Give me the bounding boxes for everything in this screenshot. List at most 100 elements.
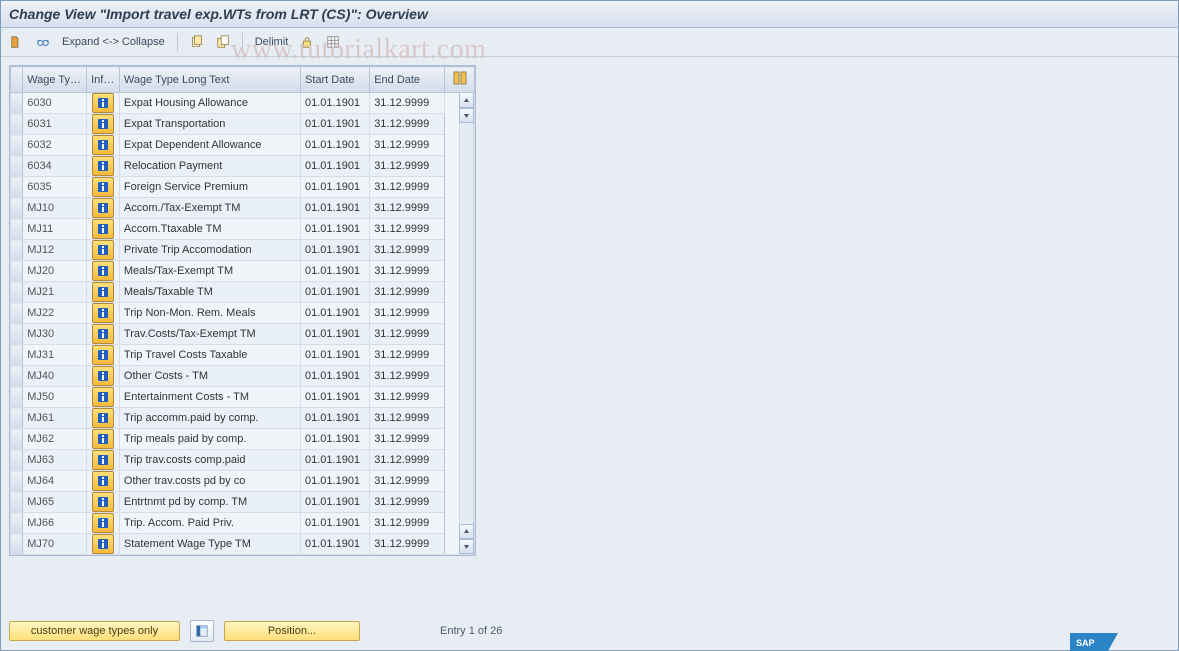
cell-wage-type[interactable]: MJ61 [23,408,87,429]
info-icon[interactable] [92,177,114,197]
cell-end-date[interactable]: 31.12.9999 [370,114,445,135]
cell-wage-type[interactable]: MJ40 [23,366,87,387]
cell-long-text[interactable]: Private Trip Accomodation [119,240,300,261]
customer-wage-types-button[interactable]: customer wage types only [9,621,180,641]
cell-wage-type[interactable]: MJ30 [23,324,87,345]
lock-icon[interactable] [297,32,317,52]
col-start-date[interactable]: Start Date [301,67,370,93]
cell-end-date[interactable]: 31.12.9999 [370,156,445,177]
col-info[interactable]: Inf… [87,67,120,93]
info-icon[interactable] [92,261,114,281]
cell-wage-type[interactable]: MJ21 [23,282,87,303]
scroll-up-icon[interactable] [459,93,474,108]
cell-long-text[interactable]: Trip Travel Costs Taxable [119,345,300,366]
cell-start-date[interactable]: 01.01.1901 [301,450,370,471]
cell-start-date[interactable]: 01.01.1901 [301,114,370,135]
row-selector[interactable] [11,135,23,156]
cell-long-text[interactable]: Trip Non-Mon. Rem. Meals [119,303,300,324]
cell-wage-type[interactable]: MJ65 [23,492,87,513]
cell-wage-type[interactable]: MJ50 [23,387,87,408]
row-selector[interactable] [11,366,23,387]
table-config-button[interactable] [445,67,475,93]
cell-long-text[interactable]: Meals/Taxable TM [119,282,300,303]
cell-start-date[interactable]: 01.01.1901 [301,429,370,450]
cell-start-date[interactable]: 01.01.1901 [301,471,370,492]
cell-end-date[interactable]: 31.12.9999 [370,387,445,408]
cell-start-date[interactable]: 01.01.1901 [301,93,370,114]
info-icon[interactable] [92,114,114,134]
position-button[interactable]: Position... [224,621,360,641]
row-selector[interactable] [11,219,23,240]
info-icon[interactable] [92,471,114,491]
cell-end-date[interactable]: 31.12.9999 [370,513,445,534]
cell-wage-type[interactable]: MJ10 [23,198,87,219]
delimit-button[interactable]: Delimit [252,36,292,48]
cell-start-date[interactable]: 01.01.1901 [301,156,370,177]
info-icon[interactable] [92,198,114,218]
row-selector[interactable] [11,534,23,555]
cell-start-date[interactable]: 01.01.1901 [301,408,370,429]
row-selector[interactable] [11,429,23,450]
cell-start-date[interactable]: 01.01.1901 [301,240,370,261]
cell-start-date[interactable]: 01.01.1901 [301,387,370,408]
cell-end-date[interactable]: 31.12.9999 [370,219,445,240]
cell-end-date[interactable]: 31.12.9999 [370,177,445,198]
row-selector[interactable] [11,471,23,492]
cell-wage-type[interactable]: 6030 [23,93,87,114]
cell-long-text[interactable]: Trip accomm.paid by comp. [119,408,300,429]
cell-start-date[interactable]: 01.01.1901 [301,492,370,513]
glasses-icon[interactable] [33,32,53,52]
cell-wage-type[interactable]: MJ31 [23,345,87,366]
cell-end-date[interactable]: 31.12.9999 [370,429,445,450]
info-icon[interactable] [92,219,114,239]
col-long-text[interactable]: Wage Type Long Text [119,67,300,93]
cell-end-date[interactable]: 31.12.9999 [370,408,445,429]
cell-start-date[interactable]: 01.01.1901 [301,324,370,345]
cell-long-text[interactable]: Foreign Service Premium [119,177,300,198]
scroll-up2-icon[interactable] [459,524,474,539]
cell-long-text[interactable]: Trip trav.costs comp.paid [119,450,300,471]
cell-start-date[interactable]: 01.01.1901 [301,303,370,324]
row-selector[interactable] [11,513,23,534]
cell-wage-type[interactable]: MJ20 [23,261,87,282]
cell-wage-type[interactable]: MJ70 [23,534,87,555]
expand-collapse-button[interactable]: Expand <-> Collapse [59,36,168,48]
cell-start-date[interactable]: 01.01.1901 [301,219,370,240]
cell-end-date[interactable]: 31.12.9999 [370,303,445,324]
cell-wage-type[interactable]: 6035 [23,177,87,198]
cell-long-text[interactable]: Meals/Tax-Exempt TM [119,261,300,282]
row-selector[interactable] [11,177,23,198]
cell-end-date[interactable]: 31.12.9999 [370,324,445,345]
cell-wage-type[interactable]: 6031 [23,114,87,135]
cell-end-date[interactable]: 31.12.9999 [370,198,445,219]
cell-wage-type[interactable]: MJ22 [23,303,87,324]
col-end-date[interactable]: End Date [370,67,445,93]
cell-wage-type[interactable]: MJ64 [23,471,87,492]
toggle-icon[interactable] [7,32,27,52]
info-icon[interactable] [92,345,114,365]
cell-wage-type[interactable]: 6032 [23,135,87,156]
cell-long-text[interactable]: Entertainment Costs - TM [119,387,300,408]
cell-long-text[interactable]: Relocation Payment [119,156,300,177]
row-selector[interactable] [11,450,23,471]
layout-icon[interactable] [190,620,214,642]
cell-long-text[interactable]: Other Costs - TM [119,366,300,387]
cell-end-date[interactable]: 31.12.9999 [370,534,445,555]
cell-long-text[interactable]: Trip meals paid by comp. [119,429,300,450]
cell-start-date[interactable]: 01.01.1901 [301,366,370,387]
row-selector[interactable] [11,324,23,345]
cell-end-date[interactable]: 31.12.9999 [370,471,445,492]
cell-long-text[interactable]: Trav.Costs/Tax-Exempt TM [119,324,300,345]
cell-end-date[interactable]: 31.12.9999 [370,492,445,513]
cell-start-date[interactable]: 01.01.1901 [301,261,370,282]
row-selector[interactable] [11,198,23,219]
cell-start-date[interactable]: 01.01.1901 [301,513,370,534]
row-selector[interactable] [11,408,23,429]
cell-start-date[interactable]: 01.01.1901 [301,135,370,156]
table-icon[interactable] [323,32,343,52]
copy-icon[interactable] [187,32,207,52]
cell-wage-type[interactable]: 6034 [23,156,87,177]
info-icon[interactable] [92,429,114,449]
row-selector[interactable] [11,93,23,114]
info-icon[interactable] [92,513,114,533]
